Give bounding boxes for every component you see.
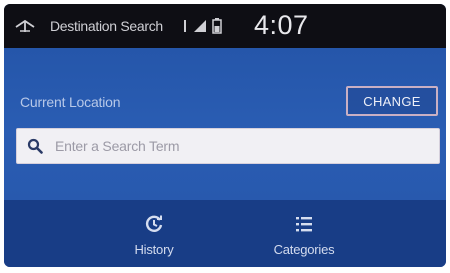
search-placeholder: Enter a Search Term bbox=[55, 138, 180, 154]
nav-history-label: History bbox=[134, 242, 174, 257]
list-icon bbox=[296, 217, 312, 232]
location-panel: Current Location CHANGE Enter a Search T… bbox=[4, 48, 446, 200]
status-bar: Destination Search 4:07 bbox=[4, 4, 446, 48]
nav-categories-label: Categories bbox=[273, 242, 335, 257]
status-title: Destination Search bbox=[50, 18, 163, 34]
history-icon bbox=[145, 215, 163, 232]
search-icon bbox=[27, 138, 43, 154]
search-input[interactable]: Enter a Search Term bbox=[16, 128, 440, 164]
device-frame: Destination Search 4:07 Current Location… bbox=[0, 0, 450, 273]
bluetooth-icon bbox=[184, 20, 186, 32]
screen: Destination Search 4:07 Current Location… bbox=[4, 4, 446, 267]
nav-history[interactable]: History bbox=[99, 214, 209, 257]
change-location-button[interactable]: CHANGE bbox=[346, 86, 438, 116]
bottom-nav: History Categories bbox=[4, 200, 446, 267]
current-location-label: Current Location bbox=[20, 94, 121, 110]
battery-icon bbox=[212, 18, 222, 34]
signal-icon bbox=[194, 20, 206, 32]
nav-categories[interactable]: Categories bbox=[249, 214, 359, 257]
clock: 4:07 bbox=[254, 10, 309, 40]
navigation-app-icon bbox=[15, 19, 35, 32]
status-icons bbox=[182, 17, 222, 35]
